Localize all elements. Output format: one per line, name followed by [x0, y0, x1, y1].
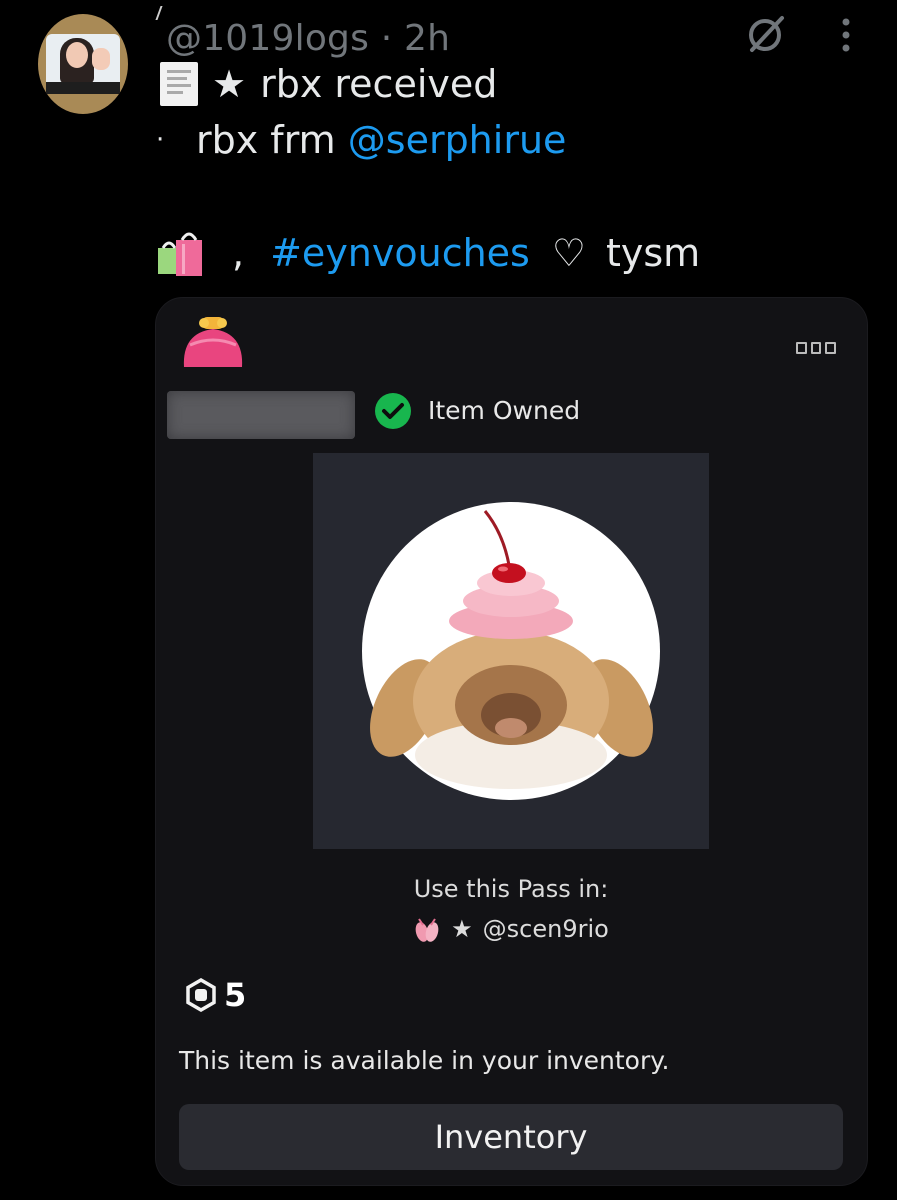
bullet: · [156, 125, 165, 155]
star-glyph: ★ [212, 62, 247, 106]
use-pass-label: Use this Pass in: [413, 875, 609, 903]
check-circle-icon [375, 393, 411, 429]
place-star: ★ [451, 915, 473, 943]
item-status: Item Owned [428, 396, 581, 425]
post-line-vouch: , #eynvouches ♡ tysm [156, 228, 700, 278]
heart-glyph: ♡ [551, 231, 586, 275]
item-thumbnail [313, 453, 709, 849]
hashtag-link[interactable]: #eynvouches [270, 231, 530, 275]
inventory-button[interactable]: Inventory [179, 1104, 843, 1170]
post-time[interactable]: 2h [404, 18, 450, 59]
place-name[interactable]: @scen9rio [483, 915, 609, 943]
more-vertical-icon[interactable] [836, 16, 856, 56]
redacted-name [167, 391, 355, 439]
post-line-received: ★ rbx received [160, 62, 497, 106]
more-options-icon[interactable] [796, 342, 837, 354]
experience-link[interactable]: ★ @scen9rio [313, 915, 709, 943]
avatar-photo [46, 34, 120, 94]
robux-icon [186, 978, 216, 1012]
from-text: rbx frm [196, 118, 336, 162]
receipt-icon [160, 62, 198, 106]
ballet-shoes-icon [415, 918, 439, 942]
post-meta: @1019logs · 2h [166, 18, 450, 59]
availability-text: This item is available in your inventory… [179, 1046, 670, 1075]
price-value: 5 [224, 976, 247, 1014]
comma: , [232, 231, 245, 275]
mention-link[interactable]: @serphirue [348, 118, 567, 162]
avatar[interactable] [38, 14, 128, 114]
thanks-text: tysm [605, 231, 701, 275]
user-handle[interactable]: @1019logs [166, 18, 369, 59]
shopping-bags-icon [158, 232, 202, 276]
post-line-from: · rbx frm @serphirue [156, 118, 566, 162]
meta-separator: · [380, 18, 393, 59]
purse-icon [183, 317, 243, 367]
no-show-icon[interactable] [744, 12, 788, 56]
bunny-cupcake-image [362, 502, 660, 800]
received-text: rbx received [260, 62, 498, 106]
